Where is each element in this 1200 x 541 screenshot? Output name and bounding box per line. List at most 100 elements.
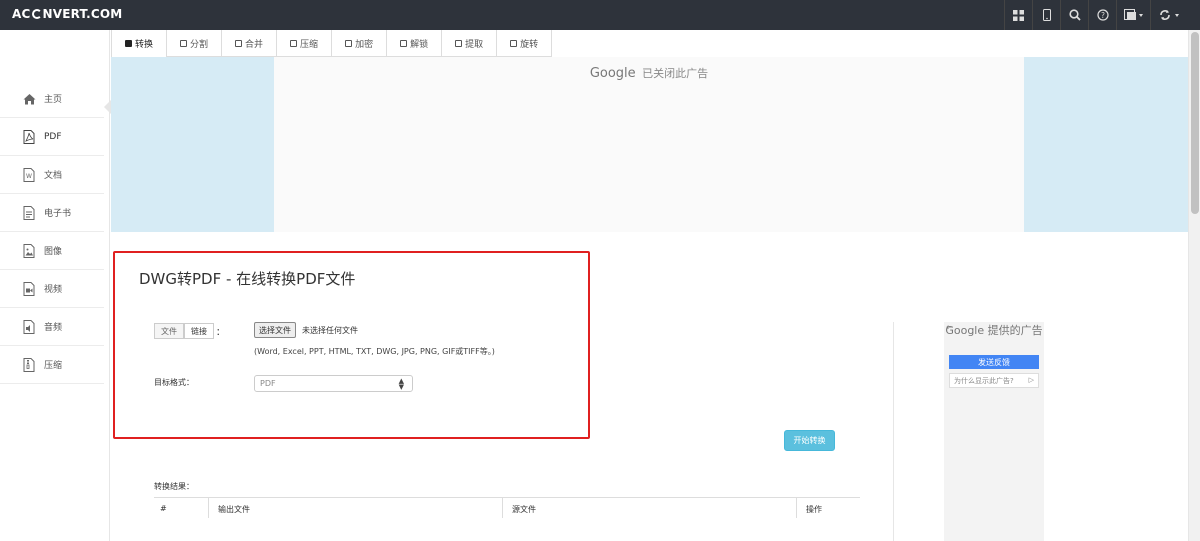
side-ad-title: Google 提供的广告 — [944, 324, 1044, 337]
sidebar-item[interactable]: 电子书 — [0, 194, 104, 232]
audio-icon — [22, 319, 36, 334]
help-icon[interactable]: ? — [1088, 0, 1116, 30]
language-icon[interactable] — [1116, 0, 1150, 30]
column-divider — [893, 322, 894, 541]
checkbox-icon — [345, 40, 353, 47]
page-scrollbar[interactable] — [1188, 30, 1200, 541]
sidebar-item[interactable]: 视频 — [0, 270, 104, 308]
ad-banner-left — [111, 57, 274, 232]
brand-logo[interactable]: AC NVERT.COM — [12, 7, 122, 21]
ad-closed-notice: Google 已关闭此广告 — [274, 65, 1024, 81]
select-arrows-icon: ▲ ▼ — [398, 377, 404, 391]
side-ad-google: Google — [945, 324, 985, 337]
image-icon — [22, 243, 36, 258]
supported-formats-hint: (Word, Excel, PPT, HTML, TXT, DWG, JPG, … — [254, 347, 495, 356]
tab-item[interactable]: 解锁 — [387, 30, 443, 57]
col-output-file: 输出文件 — [218, 505, 250, 514]
tab-label: 加密 — [355, 40, 374, 50]
results-label: 转换结果： — [154, 482, 194, 491]
tab-label: 合并 — [245, 40, 264, 50]
sidebar-item-label: 音频 — [44, 323, 63, 333]
mobile-icon[interactable] — [1032, 0, 1060, 30]
svg-text:?: ? — [1101, 11, 1105, 20]
col-divider — [208, 498, 209, 518]
sidebar-item-label: 图像 — [44, 247, 63, 257]
send-feedback-button[interactable]: 发送反馈 — [949, 355, 1039, 369]
results-table-header: # 输出文件 源文件 操作 — [154, 498, 860, 518]
tab-label: 解锁 — [410, 40, 429, 50]
col-source-file: 源文件 — [512, 505, 536, 514]
col-actions: 操作 — [806, 505, 822, 514]
source-colon: ： — [216, 328, 226, 338]
checkbox-icon — [290, 40, 298, 47]
tab-file[interactable]: 文件 — [154, 323, 184, 339]
sidebar: 主页 PDF W 文档电子书图像视频音频压缩 — [0, 30, 110, 541]
pdf-icon — [22, 129, 36, 144]
tab-item[interactable]: 压缩 — [277, 30, 333, 57]
tab-item[interactable]: 旋转 — [497, 30, 553, 57]
active-item-caret — [104, 100, 111, 114]
brand-text-start: AC — [12, 7, 31, 21]
sidebar-item-label: 主页 — [44, 95, 63, 105]
choose-file-button[interactable]: 选择文件 — [254, 322, 296, 338]
adchoices-icon: ▷ — [1028, 376, 1034, 384]
sidebar-item-label: 视频 — [44, 285, 63, 295]
search-icon[interactable] — [1060, 0, 1088, 30]
ad-banner: Google 已关闭此广告 — [274, 57, 1024, 232]
tab-item[interactable]: 分割 — [167, 30, 223, 57]
target-format-select[interactable]: PDF ▲ ▼ — [254, 375, 413, 392]
target-format-value: PDF — [260, 379, 276, 388]
scrollbar-thumb[interactable] — [1191, 32, 1199, 214]
results-table: # 输出文件 源文件 操作 — [154, 497, 860, 518]
why-this-ad-button[interactable]: 为什么显示此广告? ▷ — [949, 373, 1039, 388]
tab-item[interactable]: 提取 — [442, 30, 498, 57]
sidebar-item[interactable]: W 文档 — [0, 156, 104, 194]
tab-label: 提取 — [465, 40, 484, 50]
highlight-box — [113, 251, 590, 439]
no-file-text: 未选择任何文件 — [302, 326, 358, 335]
checkbox-icon — [510, 40, 518, 47]
sidebar-item-label: 文档 — [44, 171, 63, 181]
tab-item[interactable]: 合并 — [222, 30, 278, 57]
grid-icon[interactable] — [1004, 0, 1032, 30]
sidebar-item[interactable]: 主页 — [0, 80, 104, 118]
sidebar-item-label: PDF — [44, 131, 62, 142]
tab-label: 压缩 — [300, 40, 319, 50]
tab-label: 转换 — [135, 40, 154, 50]
source-tabs: 文件 链接 — [154, 323, 214, 339]
brand-logo-o-icon — [31, 9, 42, 19]
tab-label: 分割 — [190, 40, 209, 50]
checkbox-icon — [400, 40, 408, 47]
svg-text:W: W — [26, 173, 32, 180]
tab-item[interactable]: 转换 — [111, 30, 168, 57]
brand-text-end: NVERT.COM — [42, 7, 123, 21]
col-divider — [502, 498, 503, 518]
sidebar-item[interactable]: 压缩 — [0, 346, 104, 384]
document-icon: W — [22, 167, 36, 182]
sidebar-item[interactable]: 音频 — [0, 308, 104, 346]
target-format-label: 目标格式： — [154, 378, 194, 387]
home-icon — [22, 92, 36, 106]
tab-label: 旋转 — [520, 40, 539, 50]
ad-closed-text: 已关闭此广告 — [642, 67, 709, 80]
checkbox-icon — [125, 40, 132, 47]
video-icon — [22, 281, 36, 296]
col-divider — [796, 498, 797, 518]
sidebar-item-label: 电子书 — [44, 209, 72, 219]
why-this-ad-text: 为什么显示此广告? — [954, 376, 1014, 385]
sidebar-item-label: 压缩 — [44, 361, 63, 371]
checkbox-icon — [180, 40, 188, 47]
ad-google-label: Google — [589, 66, 636, 81]
checkbox-icon — [455, 40, 463, 47]
start-convert-button[interactable]: 开始转换 — [784, 430, 835, 451]
col-index: # — [160, 504, 167, 513]
refresh-icon[interactable] — [1150, 0, 1188, 30]
side-ad-title-rest: 提供的广告 — [987, 324, 1043, 337]
sidebar-item[interactable]: 图像 — [0, 232, 104, 270]
ebook-icon — [22, 205, 36, 220]
sidebar-item[interactable]: PDF — [0, 118, 104, 156]
tab-link[interactable]: 链接 — [184, 323, 214, 339]
tab-item[interactable]: 加密 — [332, 30, 388, 57]
side-ad: ← Google 提供的广告 发送反馈 为什么显示此广告? ▷ — [944, 322, 1044, 541]
tool-tabs: 转换 分割 合并 压缩 加密 解锁 提取 旋转 — [111, 30, 553, 57]
